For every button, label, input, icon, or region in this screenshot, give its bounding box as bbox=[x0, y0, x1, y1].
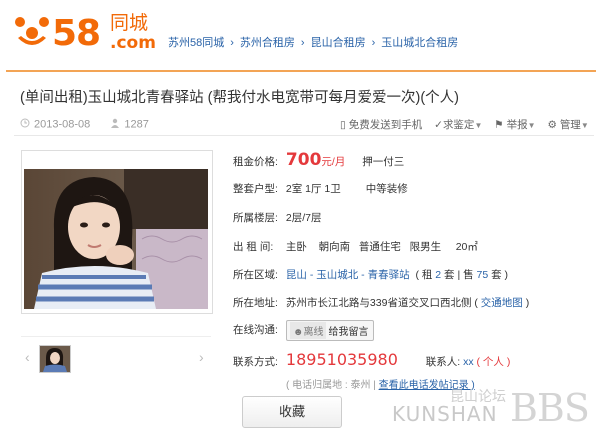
breadcrumb: 苏州58同城 › 苏州合租房 › 昆山合租房 › 玉山城北合租房 bbox=[168, 34, 458, 50]
layout-value: 2室 1厅 1卫 bbox=[285, 183, 341, 195]
contact-person[interactable]: xx bbox=[463, 356, 474, 368]
offline-label: 离线 bbox=[303, 327, 324, 338]
phone-icon: ▯ bbox=[340, 119, 346, 131]
phone-hint: ( 电话归属地 : 泰州 | 查看此电话发帖记录 ) bbox=[286, 380, 475, 391]
gender-value: 限男生 bbox=[409, 241, 442, 253]
region-extra-mid: 套 | 售 bbox=[444, 269, 474, 281]
logo-chinese: 同城 bbox=[110, 12, 149, 34]
floor-row: 所属楼层: 2层/7层 bbox=[233, 210, 322, 225]
clock-icon bbox=[20, 118, 30, 131]
favorite-button[interactable]: 收藏 bbox=[242, 396, 342, 428]
region-row: 所在区域: 昆山 - 玉山城北 - 青春驿站 ( 租 2 套 | 售 75 套 … bbox=[233, 267, 508, 282]
address-value: 苏州市长江北路与339省道交叉口西北侧 bbox=[285, 297, 472, 309]
rent-count-link[interactable]: 2 bbox=[435, 269, 441, 281]
chat-widget[interactable]: ☻离线 给我留言 bbox=[285, 320, 375, 341]
contact-label: 联系方式: bbox=[233, 356, 278, 368]
header-divider bbox=[6, 70, 596, 72]
breadcrumb-separator: › bbox=[300, 37, 305, 49]
send-to-phone-button[interactable]: ▯ 免费发送到手机 bbox=[340, 119, 422, 131]
post-meta: 2013-08-08 1287 bbox=[20, 118, 149, 131]
report-label: 举报 bbox=[506, 119, 528, 131]
area-value: 20㎡ bbox=[455, 241, 478, 253]
send-to-phone-label: 免费发送到手机 bbox=[348, 119, 423, 131]
manage-button[interactable]: ⚙ 管理▼ bbox=[547, 119, 588, 131]
house-type-value: 普通住宅 bbox=[358, 241, 401, 253]
leave-message-button[interactable]: 给我留言 bbox=[326, 322, 370, 339]
watermark-bbs: BBS bbox=[510, 386, 590, 430]
page-title: (单间出租)玉山城北青春驿站 (帮我付水电宽带可每月爱爱一次)(个人) bbox=[20, 90, 459, 106]
photo-viewer bbox=[21, 150, 213, 314]
contact-row: 联系方式: 18951035980 联系人: xx ( 个人 ) bbox=[233, 350, 510, 369]
chevron-down-icon: ▼ bbox=[527, 121, 536, 130]
logo-number: 58 bbox=[52, 13, 101, 54]
chevron-left-icon[interactable]: ‹ bbox=[25, 349, 30, 365]
breadcrumb-link[interactable]: 昆山合租房 bbox=[311, 37, 366, 49]
contact-person-label: 联系人: bbox=[425, 356, 461, 368]
price-unit: 元/月 bbox=[321, 156, 346, 168]
sale-count-link[interactable]: 75 bbox=[477, 269, 489, 281]
breadcrumb-link[interactable]: 玉山城北合租房 bbox=[381, 37, 458, 49]
layout-row: 整套户型: 2室 1厅 1卫 中等装修 bbox=[233, 181, 408, 196]
decoration-value: 中等装修 bbox=[365, 183, 408, 195]
breadcrumb-separator: › bbox=[371, 37, 376, 49]
gear-icon: ⚙ bbox=[547, 119, 557, 131]
room-value: 主卧 bbox=[285, 241, 307, 253]
layout-label: 整套户型: bbox=[233, 183, 278, 195]
phone-origin: ( 电话归属地 : 泰州 bbox=[286, 380, 371, 391]
contact-type: ( 个人 ) bbox=[476, 356, 511, 368]
user-icon bbox=[110, 118, 120, 131]
region-extra-close: 套 ) bbox=[491, 269, 509, 281]
post-date: 2013-08-08 bbox=[34, 118, 91, 131]
chat-row: 在线沟通: ☻离线 给我留言 bbox=[233, 320, 375, 341]
site-logo[interactable]: 58 同城 .com bbox=[14, 12, 164, 54]
region-extra-open: ( 租 bbox=[415, 269, 433, 281]
watermark-latin: KUNSHAN bbox=[392, 402, 498, 426]
thumbnail-strip: ‹ › bbox=[21, 336, 211, 381]
region-link[interactable]: 昆山 - 玉山城北 - 青春驿站 bbox=[286, 269, 410, 281]
address-row: 所在地址: 苏州市长江北路与339省道交叉口西北侧 ( 交通地图 ) bbox=[233, 297, 530, 309]
offline-status: ☻离线 bbox=[289, 322, 327, 339]
flag-icon: ⚑ bbox=[494, 119, 504, 131]
floor-label: 所属楼层: bbox=[233, 212, 278, 224]
listing-toolbar: ▯ 免费发送到手机 ✓求鉴定▼ ⚑ 举报▼ ⚙ 管理▼ bbox=[340, 117, 598, 132]
logo-mascot-icon bbox=[15, 17, 49, 45]
breadcrumb-separator: › bbox=[230, 37, 234, 49]
listing-photo[interactable] bbox=[24, 169, 208, 309]
chevron-down-icon: ▼ bbox=[474, 121, 483, 130]
verify-label: 求鉴定 bbox=[442, 119, 475, 131]
deposit-terms: 押一付三 bbox=[362, 156, 405, 168]
chevron-right-icon[interactable]: › bbox=[199, 349, 204, 365]
breadcrumb-link[interactable]: 苏州58同城 bbox=[168, 37, 224, 49]
floor-value: 2层/7层 bbox=[285, 212, 322, 224]
manage-label: 管理 bbox=[559, 119, 581, 131]
map-link[interactable]: 交通地图 bbox=[481, 297, 523, 309]
phone-number: 18951035980 bbox=[285, 350, 398, 369]
report-button[interactable]: ⚑ 举报▼ bbox=[494, 119, 535, 131]
rent-room-row: 出 租 间: 主卧 朝向南 普通住宅 限男生 20㎡ bbox=[233, 239, 478, 254]
check-icon: ✓ bbox=[434, 119, 443, 131]
photo-thumbnail[interactable] bbox=[39, 345, 71, 373]
chat-label: 在线沟通: bbox=[233, 324, 278, 337]
logo-domain: .com bbox=[110, 33, 156, 53]
title-divider bbox=[14, 135, 594, 136]
price-value: 700 bbox=[285, 150, 322, 170]
verify-button[interactable]: ✓求鉴定▼ bbox=[434, 119, 482, 131]
price-label: 租金价格: bbox=[233, 156, 278, 168]
breadcrumb-link[interactable]: 苏州合租房 bbox=[240, 37, 295, 49]
chat-bubble-icon: ☻ bbox=[292, 327, 304, 338]
chevron-down-icon: ▼ bbox=[580, 121, 589, 130]
region-label: 所在区域: bbox=[233, 269, 278, 281]
price-row: 租金价格: 700元/月 押一付三 bbox=[233, 150, 404, 170]
address-label: 所在地址: bbox=[233, 297, 278, 309]
orientation-value: 朝向南 bbox=[318, 241, 351, 253]
rent-room-label: 出 租 间: bbox=[233, 241, 274, 253]
view-count: 1287 bbox=[124, 118, 149, 131]
